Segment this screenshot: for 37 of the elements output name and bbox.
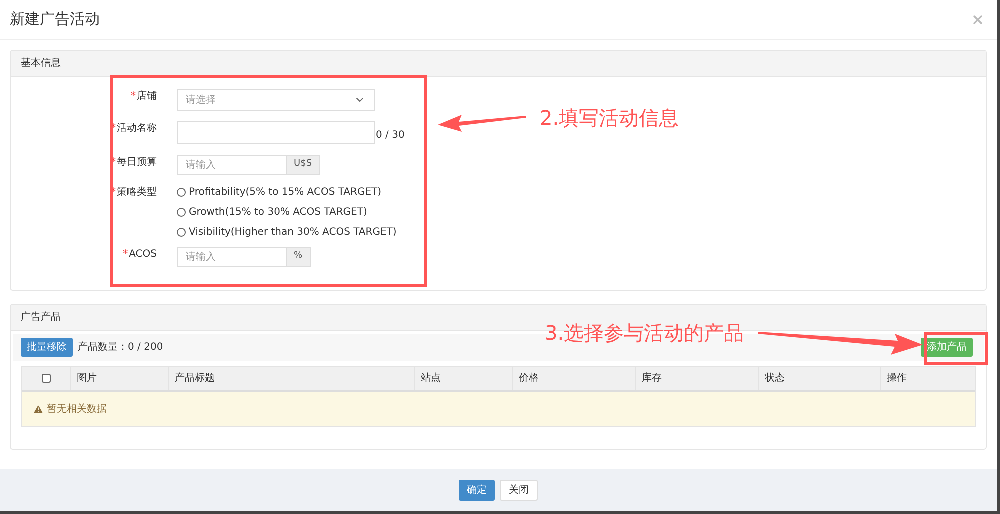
modal-title: 新建广告活动 (10, 9, 100, 30)
close-button[interactable]: 关闭 (500, 480, 538, 500)
annotation-text: 3.选择参与活动的产品 (545, 320, 744, 347)
highlight-frame (924, 332, 988, 365)
confirm-button[interactable]: 确定 (459, 480, 495, 500)
field-label: ACOS (129, 248, 157, 262)
required-mark: * (131, 90, 136, 104)
column-header: 站点 (421, 372, 441, 386)
field-label: 店铺 (137, 90, 157, 104)
close-icon[interactable] (971, 12, 985, 26)
radio-option[interactable]: Visibility(Higher than 30% ACOS TARGET) (177, 225, 397, 240)
bulk-remove-button[interactable]: 批量移除 (21, 338, 73, 357)
input-field[interactable]: 请输入 (177, 155, 287, 175)
column-header: 产品标题 (175, 372, 215, 386)
radio-option[interactable]: Profitability(5% to 15% ACOS TARGET) (177, 185, 397, 200)
panel-title: 广告产品 (21, 310, 61, 325)
select-all-checkbox[interactable] (42, 374, 50, 383)
input-field[interactable] (177, 121, 375, 144)
required-mark: * (123, 248, 128, 262)
char-counter: 0 / 30 (376, 129, 405, 143)
product-count: 产品数量：0 / 200 (78, 340, 164, 355)
warning-icon (33, 404, 44, 414)
panel-title: 基本信息 (21, 56, 61, 71)
annotation-text: 2.填写活动信息 (540, 105, 680, 132)
column-header: 图片 (77, 372, 97, 386)
field-label: 策略类型 (117, 186, 157, 200)
column-header: 状态 (765, 372, 785, 386)
field-label: 每日预算 (117, 156, 157, 170)
empty-message: 暂无相关数据 (47, 402, 107, 416)
column-header: 价格 (519, 372, 539, 386)
radio-option[interactable]: Growth(15% to 30% ACOS TARGET) (177, 205, 397, 220)
field-label: 活动名称 (117, 122, 157, 136)
column-header: 库存 (642, 372, 662, 386)
unit-addon: % (287, 247, 311, 267)
unit-addon: U$S (287, 155, 320, 175)
column-header: 操作 (887, 372, 907, 386)
input-field[interactable]: 请输入 (177, 247, 287, 267)
